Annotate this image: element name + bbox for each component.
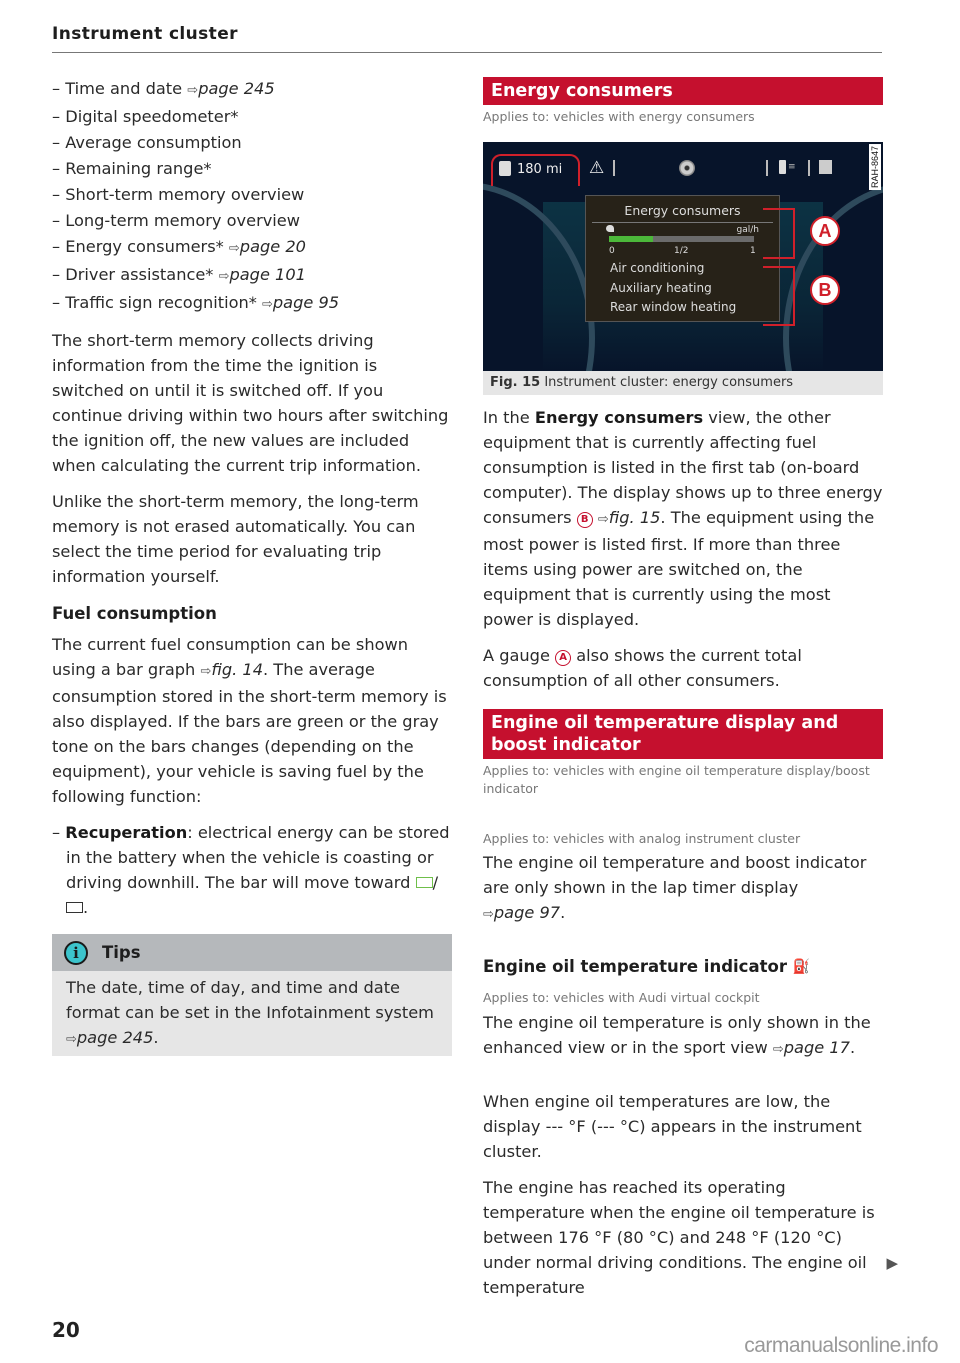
arrow-right-icon: ⇨ (483, 907, 494, 922)
figure-id-label: RAH-8647 (869, 144, 881, 191)
gauge-paragraph: A gauge A also shows the current total c… (483, 646, 802, 690)
energy-consumers-panel: Energy consumers gal/h 0 1/2 1 Air condi… (585, 195, 780, 322)
oil-temperature-icon: ⛽ (792, 959, 811, 975)
arrow-right-icon: ⇨ (228, 241, 240, 256)
arrow-right-icon: ⇨ (200, 664, 212, 679)
figure-reference-link[interactable]: fig. 15 (609, 508, 661, 527)
tips-box: i Tips The date, time of day, and time a… (52, 934, 452, 1056)
tab-separator (808, 160, 810, 176)
info-icon: i (64, 940, 88, 965)
panel-title: Energy consumers (624, 203, 741, 218)
list-item: Energy consumers* ⇨page 20 (52, 234, 452, 262)
page-reference-link[interactable]: page 95 (273, 293, 339, 312)
consumer-item: Auxiliary heating (610, 281, 712, 295)
list-item: Remaining range* (52, 156, 452, 182)
page-reference-link[interactable]: page 17 (784, 1038, 850, 1057)
tips-title: Tips (102, 943, 141, 962)
right-column: Energy consumers Applies to: vehicles wi… (483, 77, 883, 1300)
battery-charge-icon (415, 877, 433, 888)
arrow-right-icon: ⇨ (66, 1032, 77, 1047)
energy-consumers-figure: 180 mi ⚠ ≡ RAH-8647 Energy consumers gal… (483, 142, 883, 371)
phone-icon[interactable] (779, 160, 786, 174)
arrow-right-icon: ⇨ (218, 269, 230, 284)
low-temp-paragraph: When engine oil temperatures are low, th… (483, 1092, 862, 1161)
short-term-memory-paragraph: The short-term memory collects driving i… (52, 331, 449, 475)
energy-consumers-paragraph: In the Energy consumers view, the other … (483, 408, 883, 629)
page-reference-link[interactable]: page 20 (240, 237, 306, 256)
page-reference-link[interactable]: page 245 (198, 79, 274, 98)
continued-arrow-icon: ▶ (886, 1254, 898, 1272)
watermark: carmanualsonline.info (744, 1334, 938, 1357)
recuperation-item: – Recuperation: electrical energy can be… (52, 823, 450, 917)
panel-divider (592, 222, 773, 223)
applies-to-note: Applies to: vehicles with Audi virtual c… (483, 990, 760, 1005)
engine-oil-section-heading: Engine oil temperature display and boost… (483, 709, 883, 759)
signal-icon: ≡ (788, 162, 795, 172)
arrow-right-icon: ⇨ (187, 83, 199, 98)
list-item: Digital speedometer* (52, 104, 452, 130)
callout-bracket-a (763, 208, 795, 259)
figure-reference-link[interactable]: fig. 14 (211, 660, 263, 679)
left-column: Time and date ⇨page 245 Digital speedome… (52, 76, 452, 1056)
energy-consumers-section-heading: Energy consumers (483, 77, 883, 105)
fuel-consumption-heading: Fuel consumption (52, 604, 217, 623)
applies-to-note: Applies to: vehicles with analog instrum… (483, 831, 801, 846)
gauge-tick-label: 1 (750, 246, 756, 256)
media-disc-icon[interactable] (679, 160, 695, 176)
range-readout: 180 mi (517, 162, 563, 177)
consumer-item: Rear window heating (610, 300, 737, 314)
list-item: Long-term memory overview (52, 208, 452, 234)
consumption-gauge-fill (609, 236, 653, 242)
tab-separator (613, 160, 615, 176)
list-item: Short-term memory overview (52, 182, 452, 208)
figure-caption: Fig. 15 Instrument cluster: energy consu… (483, 371, 883, 395)
arrow-right-icon: ⇨ (262, 297, 273, 312)
page-reference-link[interactable]: page 97 (494, 903, 560, 922)
applies-to-note: Applies to: vehicles with engine oil tem… (483, 763, 870, 796)
arrow-right-icon: ⇨ (597, 512, 609, 527)
oil-temp-view-paragraph: The engine oil temperature is only shown… (483, 1013, 871, 1057)
callout-bracket-b (763, 266, 795, 326)
list-item: Traffic sign recognition* ⇨page 95 (52, 290, 452, 318)
display-options-list: Time and date ⇨page 245 Digital speedome… (52, 76, 452, 318)
operating-temp-paragraph: The engine has reached its operating tem… (483, 1178, 875, 1297)
page-number: 20 (52, 1318, 80, 1342)
page-header: Instrument cluster (52, 24, 882, 53)
gauge-tick-label: 1/2 (674, 246, 689, 256)
callout-b: B (810, 275, 840, 305)
arrow-right-icon: ⇨ (772, 1042, 784, 1057)
battery-icon (66, 902, 83, 913)
tips-body: The date, time of day, and time and date… (66, 978, 434, 1047)
oil-temp-indicator-heading: Engine oil temperature indicator ⛽ (483, 957, 811, 976)
unit-label: gal/h (736, 225, 759, 235)
callout-a-marker: A (555, 650, 572, 666)
list-item: Time and date ⇨page 245 (52, 76, 452, 104)
list-item: Driver assistance* ⇨page 101 (52, 262, 452, 290)
page-reference-link[interactable]: page 101 (229, 265, 305, 284)
consumer-item: Air conditioning (610, 261, 705, 275)
list-item: Average consumption (52, 130, 452, 156)
consumption-gauge (609, 236, 754, 242)
running-title: Instrument cluster (52, 24, 238, 44)
fuel-drop-icon (606, 225, 614, 232)
map-icon[interactable] (819, 160, 832, 174)
page-reference-link[interactable]: page 245 (77, 1028, 153, 1047)
applies-to-note: Applies to: vehicles with energy consume… (483, 109, 755, 124)
callout-b-marker: B (576, 512, 593, 528)
cluster-tab-bar: 180 mi ⚠ ≡ (483, 142, 883, 186)
fuel-consumption-paragraph: The current fuel consumption can be show… (52, 635, 447, 806)
tips-header: i Tips (52, 934, 452, 971)
gauge-tick-label: 0 (609, 246, 615, 256)
recuperation-label: Recuperation (65, 823, 188, 842)
callout-a: A (810, 216, 840, 246)
lap-timer-paragraph: The engine oil temperature and boost ind… (483, 853, 867, 922)
tab-separator (766, 160, 768, 176)
long-term-memory-paragraph: Unlike the short-term memory, the long-t… (52, 492, 419, 586)
warning-triangle-icon[interactable]: ⚠ (589, 158, 604, 178)
fuel-pump-icon (499, 161, 511, 176)
